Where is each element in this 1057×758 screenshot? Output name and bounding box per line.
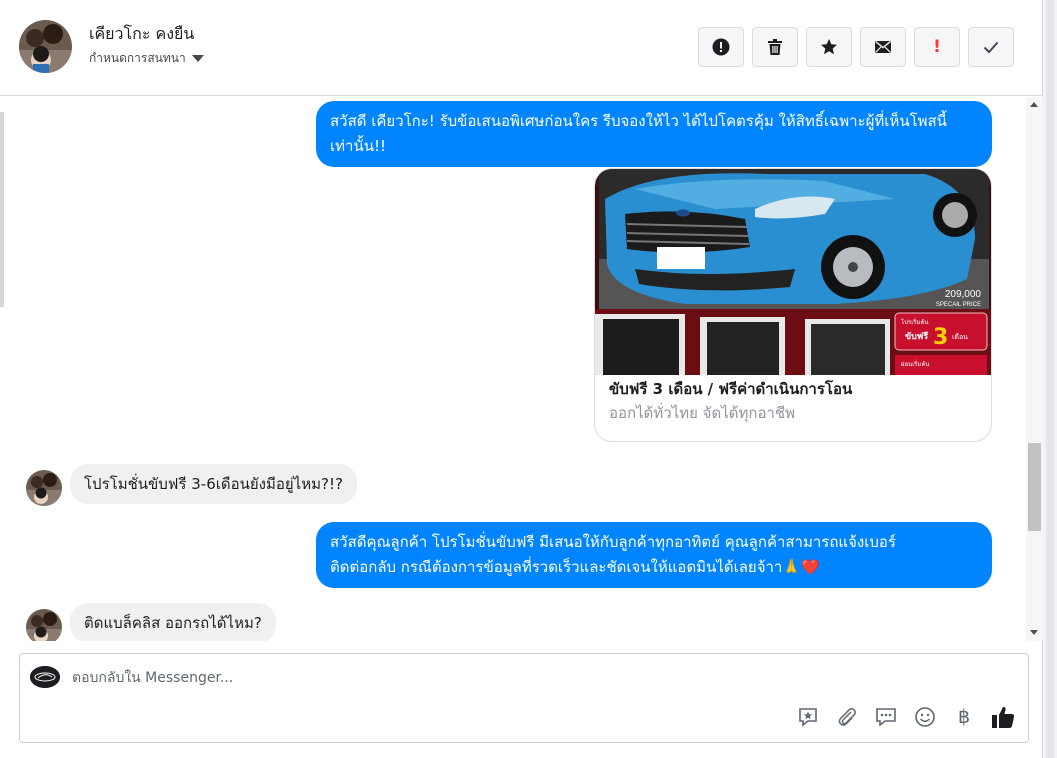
message-text: สวัสดี เคียวโกะ! รับข้อเสนอพิเศษก่อนใคร … [330, 112, 947, 155]
promo-top-text: โปรเริ่มต้น [901, 318, 928, 326]
thread-scrollbar[interactable] [1026, 97, 1043, 641]
attachment-icon [838, 707, 856, 726]
promo-car-image: 209,000 SPECAIL PRICE โปรเริ่มต้น ขับฟรี… [595, 169, 991, 375]
scroll-up-arrow-icon[interactable] [1030, 102, 1038, 107]
mark-unread-button[interactable] [860, 27, 906, 67]
promo-bottom-text: ผ่อนเริ่มต้น [901, 360, 929, 368]
outgoing-message: สวัสดีคุณลูกค้า โปรโมชั่นขับฟรี มีเสนอให… [316, 522, 992, 588]
conversation-actions: ! [698, 27, 1014, 67]
page-scrollbar[interactable] [1043, 0, 1057, 758]
mark-spam-button[interactable] [698, 27, 744, 67]
message-thread[interactable]: สวัสดี เคียวโกะ! รับข้อเสนอพิเศษก่อนใคร … [0, 97, 1026, 641]
message-text-line-2: ติดต่อกลับ กรณีต้องการข้อมูลที่รวดเร็วแล… [330, 558, 820, 576]
composer-toolbar: ฿ [795, 704, 1016, 730]
outgoing-message: สวัสดี เคียวโกะ! รับข้อเสนอพิเศษก่อนใคร … [316, 101, 992, 167]
price-caption: SPECAIL PRICE [936, 302, 981, 308]
link-preview-card[interactable]: 209,000 SPECAIL PRICE โปรเริ่มต้น ขับฟรี… [594, 168, 992, 442]
left-panel-edge [0, 112, 4, 307]
promo-label-text: ขับฟรี [905, 331, 928, 342]
contact-name: เคียวโกะ คงยืน [89, 24, 195, 43]
incoming-message: โปรโมชั่นขับฟรี 3-6เดือนยังมีอยู่ไหม?!? [70, 464, 357, 504]
messenger-inbox-window: เคียวโกะ คงยืน กำหนดการสนทนา ! สวัสดี เค… [0, 0, 1043, 758]
conversation-header: เคียวโกะ คงยืน กำหนดการสนทนา ! [0, 0, 1043, 96]
star-button[interactable] [806, 27, 852, 67]
promo-number-text: 3 [933, 325, 948, 350]
page-scrollbar-thumb[interactable] [1046, 0, 1054, 758]
emoji-button[interactable] [912, 704, 938, 730]
chat-button[interactable] [873, 704, 899, 730]
card-subtitle: ออกได้ทั่วไทย จัดได้ทุกอาชีพ [609, 404, 795, 422]
like-icon [992, 706, 1015, 728]
like-button[interactable] [990, 704, 1016, 730]
reply-input[interactable] [72, 666, 772, 690]
delete-button[interactable] [752, 27, 798, 67]
message-text-line-1: สวัสดีคุณลูกค้า โปรโมชั่นขับฟรี มีเสนอให… [330, 533, 896, 551]
baht-icon: ฿ [957, 706, 971, 728]
incoming-message: ติดแบล็คลิส ออกรถได้ไหม? [70, 603, 276, 641]
reply-composer: ฿ [19, 653, 1029, 743]
chevron-down-icon [191, 55, 204, 62]
page-avatar [30, 666, 60, 688]
customer-avatar[interactable] [26, 470, 62, 506]
scrollbar-thumb[interactable] [1028, 443, 1041, 531]
price-text: 209,000 [945, 289, 982, 300]
mark-done-button[interactable] [968, 27, 1014, 67]
trash-icon [768, 39, 782, 55]
message-text: ติดแบล็คลิส ออกรถได้ไหม? [84, 614, 262, 632]
chat-icon [876, 708, 896, 727]
alert-circle-icon [712, 38, 730, 56]
assign-label: กำหนดการสนทนา [89, 51, 186, 65]
message-text: โปรโมชั่นขับฟรี 3-6เดือนยังมีอยู่ไหม?!? [84, 475, 343, 493]
scroll-down-arrow-icon[interactable] [1030, 630, 1038, 635]
promo-unit-text: เดือน [952, 333, 968, 341]
checkmark-icon [983, 41, 999, 54]
assign-conversation-dropdown[interactable]: กำหนดการสนทนา [89, 49, 204, 68]
contact-avatar[interactable] [19, 20, 72, 73]
follow-up-button[interactable]: ! [914, 27, 960, 67]
payment-button[interactable]: ฿ [951, 704, 977, 730]
star-icon [821, 39, 837, 55]
saved-reply-button[interactable] [795, 704, 821, 730]
card-title: ขับฟรี 3 เดือน / ฟรีค่าดำเนินการโอน [609, 380, 853, 398]
envelope-icon [875, 40, 891, 53]
attachment-button[interactable] [834, 704, 860, 730]
customer-avatar[interactable] [26, 609, 62, 641]
exclamation-icon: ! [933, 37, 941, 57]
saved-reply-icon [799, 708, 817, 727]
emoji-icon [915, 707, 935, 727]
